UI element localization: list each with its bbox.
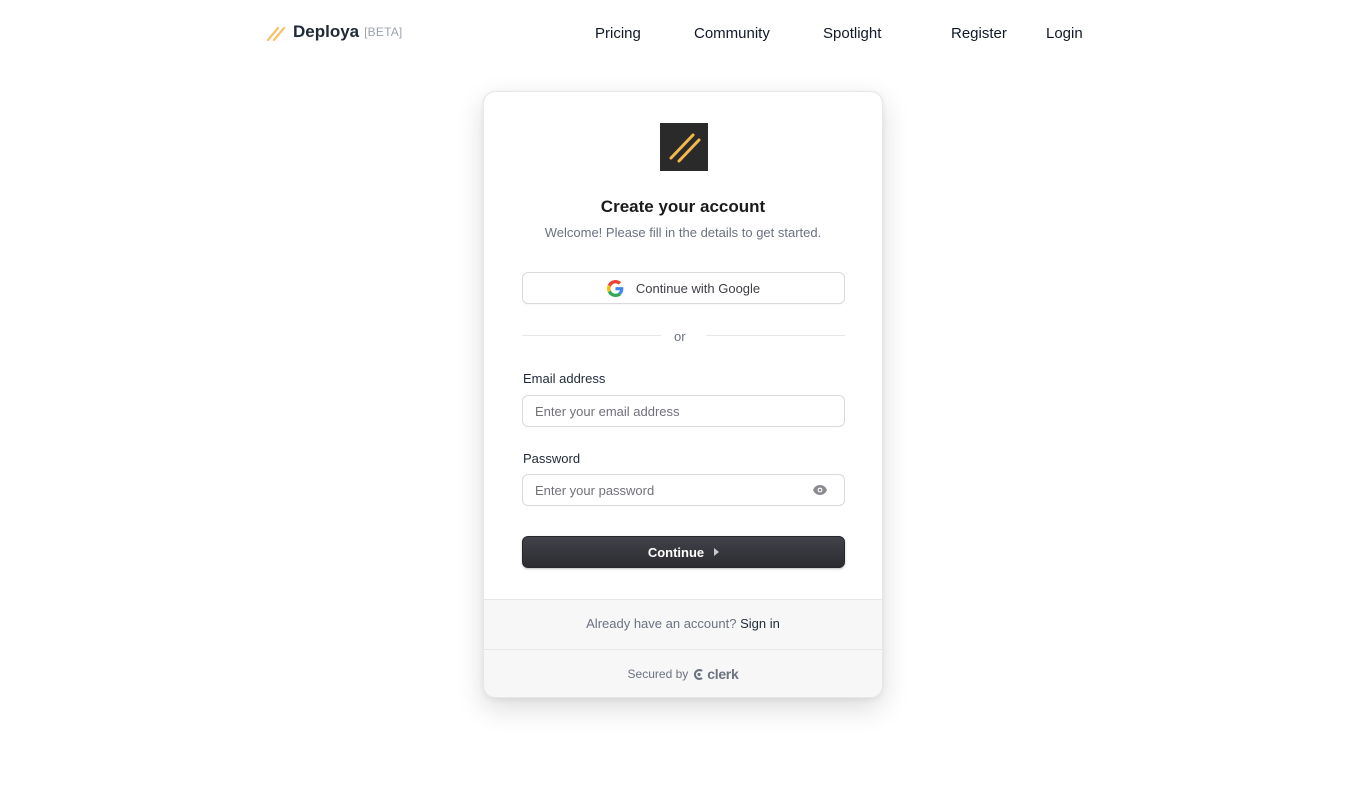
beta-badge: [BETA] xyxy=(364,25,403,39)
email-field[interactable] xyxy=(522,395,845,427)
signin-prompt: Already have an account? Sign in xyxy=(484,616,882,631)
signup-card: Create your account Welcome! Please fill… xyxy=(483,91,883,698)
divider-right xyxy=(706,335,845,336)
continue-button-label: Continue xyxy=(647,544,705,560)
double-slash-logo-icon xyxy=(266,26,286,42)
google-button-label: Continue with Google xyxy=(635,280,761,296)
password-label: Password xyxy=(523,451,581,466)
divider-or: or xyxy=(674,329,686,344)
caret-right-icon xyxy=(714,548,720,556)
secured-by-text: Secured by xyxy=(627,667,689,681)
nav-community-link[interactable]: Community xyxy=(694,25,770,42)
nav-login-link[interactable]: Login xyxy=(1046,25,1083,42)
secured-by-badge[interactable]: Secured by clerk xyxy=(484,666,882,682)
footer-divider xyxy=(484,649,882,650)
divider-left xyxy=(522,335,661,336)
eye-icon[interactable] xyxy=(813,485,827,495)
double-slash-logo-icon xyxy=(669,133,701,163)
page-title: Create your account xyxy=(600,197,766,216)
signup-form-panel: Create your account Welcome! Please fill… xyxy=(484,92,882,600)
google-icon xyxy=(606,279,624,297)
page-subtitle: Welcome! Please fill in the details to g… xyxy=(544,225,822,240)
nav-spotlight-link[interactable]: Spotlight xyxy=(823,25,881,42)
brand[interactable]: Deploya [BETA] xyxy=(266,22,402,42)
clerk-logo-icon xyxy=(694,668,704,680)
nav-pricing-link[interactable]: Pricing xyxy=(595,25,641,42)
clerk-wordmark: clerk xyxy=(707,666,739,682)
continue-button[interactable]: Continue xyxy=(522,536,845,568)
continue-with-google-button[interactable]: Continue with Google xyxy=(522,272,845,304)
email-label: Email address xyxy=(523,371,606,386)
signin-link[interactable]: Sign in xyxy=(740,616,780,631)
app-logo xyxy=(660,123,708,171)
nav-register-link[interactable]: Register xyxy=(951,25,1007,42)
brand-name: Deploya xyxy=(293,22,360,41)
signin-prompt-text: Already have an account? xyxy=(586,616,737,631)
password-field[interactable] xyxy=(522,474,845,506)
top-nav-bar: Deploya [BETA] Pricing Community Spotlig… xyxy=(0,0,1366,68)
